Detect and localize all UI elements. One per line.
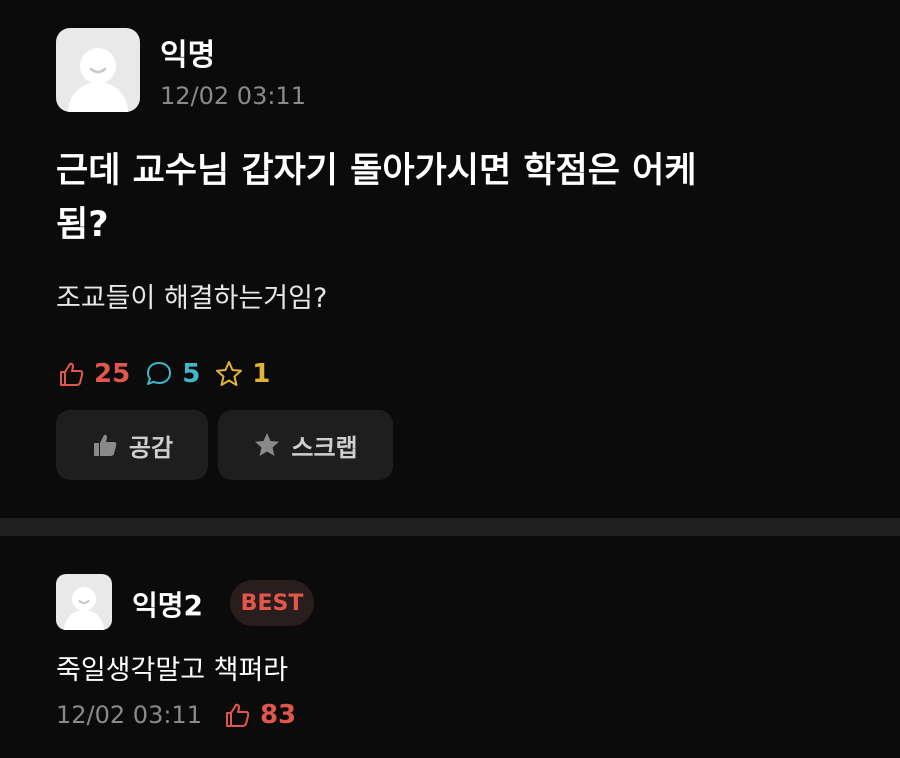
comment-count: 5 [144, 359, 200, 389]
comment-like-count: 83 [259, 700, 297, 730]
scrap-button-label: 스크랩 [291, 433, 358, 462]
post-author: 익명 [160, 38, 216, 73]
thumbs-up-icon [93, 434, 117, 456]
empathy-button-label: 공감 [128, 433, 174, 462]
comment-count-value: 5 [182, 359, 201, 389]
comment-meta: 12/02 03:11 83 [56, 698, 296, 732]
post-body: 조교들이 해결하는거임? [56, 283, 328, 314]
like-count-value: 25 [94, 359, 131, 389]
author-avatar[interactable] [56, 28, 140, 112]
user-silhouette-icon [68, 48, 128, 112]
comment-author: 익명2 [132, 589, 204, 622]
page: 익명 12/02 03:11 근데 교수님 갑자기 돌아가시면 학점은 어케됨?… [0, 0, 900, 758]
comment-like[interactable]: 83 [222, 700, 296, 730]
post-stats: 25 5 1 [56, 356, 284, 392]
post-timestamp: 12/02 03:11 [160, 82, 306, 110]
comment-avatar[interactable] [56, 574, 112, 630]
thumbs-up-icon [60, 362, 84, 386]
post: 익명 12/02 03:11 근데 교수님 갑자기 돌아가시면 학점은 어케됨?… [0, 0, 900, 518]
thumbs-up-icon [225, 703, 250, 727]
star-icon [255, 433, 280, 456]
user-silhouette-icon [64, 587, 104, 630]
comment-text: 죽일생각말고 책펴라 [56, 655, 289, 686]
speech-bubble-icon [147, 362, 172, 385]
scrap-count-value: 1 [252, 359, 271, 389]
section-divider [0, 518, 900, 536]
like-count: 25 [56, 359, 130, 389]
scrap-button[interactable]: 스크랩 [218, 410, 393, 480]
star-icon [216, 361, 243, 386]
best-badge: BEST [230, 580, 314, 626]
empathy-button[interactable]: 공감 [56, 410, 208, 480]
comment-timestamp: 12/02 03:11 [56, 701, 202, 729]
post-title: 근데 교수님 갑자기 돌아가시면 학점은 어케됨? [56, 151, 697, 245]
scrap-count: 1 [214, 359, 270, 389]
